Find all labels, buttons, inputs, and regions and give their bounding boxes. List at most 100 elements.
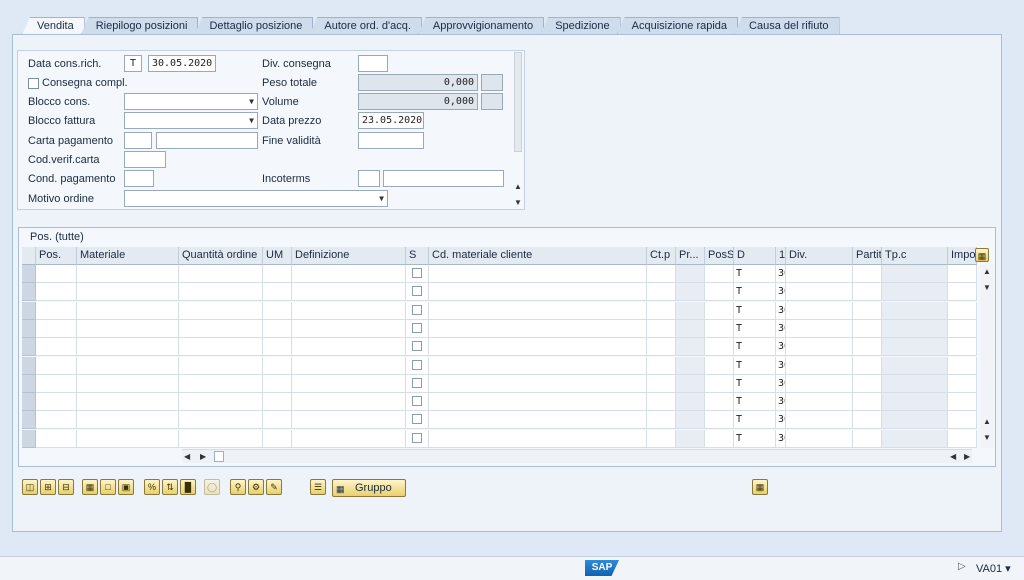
table-cell[interactable] [676,338,705,357]
table-cell[interactable] [853,319,882,338]
table-cell[interactable] [179,411,263,430]
table-cell[interactable] [429,393,647,412]
table-cell[interactable] [406,374,429,393]
row-selector[interactable] [22,319,36,338]
table-cell[interactable] [263,411,292,430]
table-cell[interactable] [429,283,647,302]
blocco-cons-select[interactable] [124,93,258,110]
table-cell[interactable] [948,411,977,430]
table-cell[interactable] [77,319,179,338]
cond-pagamento-field[interactable] [124,170,154,187]
table-cell[interactable] [647,429,676,448]
column-header[interactable]: Div. [786,247,853,265]
table-cell[interactable] [263,338,292,357]
table-cell[interactable] [647,411,676,430]
data-cons-rich-field[interactable]: 30.05.2020 [148,55,216,72]
row-checkbox[interactable] [412,432,422,443]
scroll-thumb[interactable] [214,451,224,462]
table-cell[interactable] [77,429,179,448]
table-cell[interactable] [948,283,977,302]
table-scroll-down-bottom-icon[interactable]: ▼ [983,433,991,442]
column-header[interactable]: UM [263,247,292,265]
table-cell[interactable] [406,411,429,430]
table-cell[interactable] [429,374,647,393]
table-cell[interactable] [406,319,429,338]
insert-row-icon[interactable]: ⊞ [40,479,56,495]
table-cell[interactable] [786,319,853,338]
select-all-icon[interactable]: ▦ [82,479,98,495]
table-cell[interactable] [647,338,676,357]
row-checkbox[interactable] [412,322,422,333]
table-cell[interactable] [179,338,263,357]
table-cell[interactable] [853,429,882,448]
table-cell[interactable] [948,338,977,357]
table-cell[interactable] [705,283,734,302]
table-cell[interactable] [429,301,647,320]
table-cell[interactable] [263,393,292,412]
table-cell[interactable] [36,429,77,448]
date-type-cell[interactable]: T [734,356,776,375]
table-scroll-up-icon[interactable]: ▲ [983,267,991,276]
table-cell[interactable] [853,356,882,375]
row-selector[interactable] [22,301,36,320]
tab-vendita[interactable]: Vendita [22,17,85,35]
table-cell[interactable] [179,319,263,338]
table-settings-icon[interactable]: ▦ [752,479,768,495]
tab-autore-ord-acq[interactable]: Autore ord. d'acq. [309,17,422,35]
table-cell[interactable] [179,265,263,283]
table-cell[interactable] [292,301,406,320]
first-date-cell[interactable]: 30.05.2020 [776,356,786,375]
table-cell[interactable] [429,356,647,375]
data-prezzo-field[interactable]: 23.05.2020 [358,112,424,129]
scroll-down-icon[interactable]: ▼ [514,198,522,207]
date-type-cell[interactable]: T [734,301,776,320]
incoterms-location-field[interactable] [383,170,504,187]
table-cell[interactable] [36,265,77,283]
table-cell[interactable] [882,319,948,338]
carta-pagamento-number-field[interactable] [156,132,258,149]
table-cell[interactable] [882,301,948,320]
tab-dettaglio-posizione[interactable]: Dettaglio posizione [194,17,314,35]
gruppo-button[interactable]: ▦ Gruppo [332,479,406,497]
table-cell[interactable] [676,393,705,412]
table-cell[interactable] [77,301,179,320]
table-cell[interactable] [705,374,734,393]
column-header[interactable]: Definizione [292,247,406,265]
transaction-code[interactable]: VA01 ▾ [976,562,1011,575]
table-cell[interactable] [676,301,705,320]
date-type-cell[interactable]: T [734,319,776,338]
first-date-cell[interactable]: 30.05.2020 [776,374,786,393]
table-cell[interactable] [948,374,977,393]
table-cell[interactable] [948,319,977,338]
cod-verif-carta-field[interactable] [124,151,166,168]
scroll-left-icon[interactable]: ◀ [184,452,190,461]
table-cell[interactable] [77,338,179,357]
table-cell[interactable] [429,319,647,338]
scroll-up-icon[interactable]: ▲ [514,182,522,191]
table-cell[interactable] [406,393,429,412]
column-header[interactable]: Ct.p [647,247,676,265]
date-type-cell[interactable]: T [734,283,776,302]
table-cell[interactable] [647,319,676,338]
table-cell[interactable] [853,411,882,430]
table-cell[interactable] [77,411,179,430]
table-cell[interactable] [406,338,429,357]
table-cell[interactable] [179,356,263,375]
table-cell[interactable] [948,393,977,412]
date-type-cell[interactable]: T [734,393,776,412]
table-cell[interactable] [263,356,292,375]
table-cell[interactable] [263,374,292,393]
table-cell[interactable] [676,411,705,430]
first-date-cell[interactable]: 30.05.2020 [776,411,786,430]
first-date-cell[interactable]: 30.05.2020 [776,283,786,302]
table-cell[interactable] [882,429,948,448]
tab-riepilogo-posizioni[interactable]: Riepilogo posizioni [80,17,199,35]
table-scroll-up-bottom-icon[interactable]: ▲ [983,417,991,426]
analysis-icon[interactable]: █ [180,479,196,495]
table-cell[interactable] [77,265,179,283]
table-cell[interactable] [676,356,705,375]
table-cell[interactable] [853,338,882,357]
column-header[interactable]: Materiale [77,247,179,265]
table-cell[interactable] [786,265,853,283]
conditions-icon[interactable]: % [144,479,160,495]
